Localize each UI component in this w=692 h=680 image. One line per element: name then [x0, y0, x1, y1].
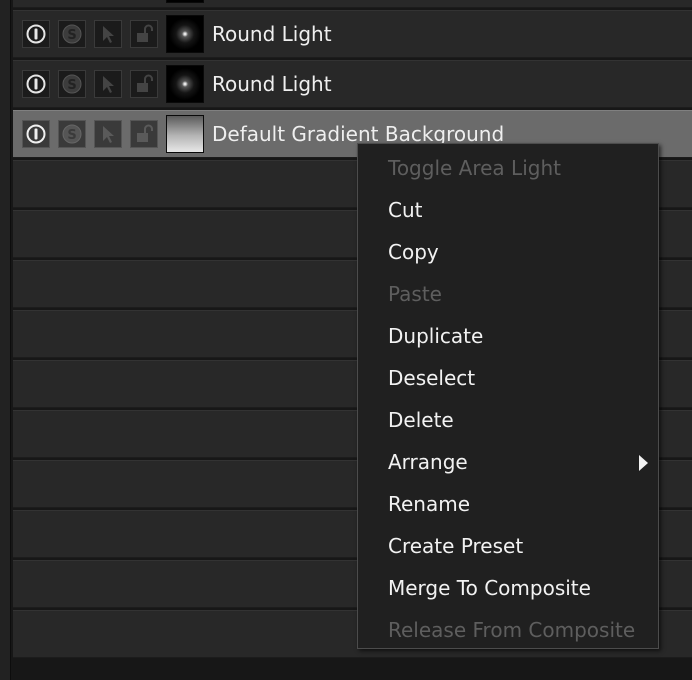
lock-icon: [137, 124, 153, 142]
solo-toggle[interactable]: S: [58, 70, 86, 98]
menu-item-paste[interactable]: Paste: [358, 273, 658, 315]
visibility-icon: [26, 124, 46, 144]
layer-thumbnail: [166, 65, 204, 103]
layer-thumbnail: [166, 115, 204, 153]
menu-item-label: Arrange: [388, 450, 468, 474]
panel-left-border: [0, 0, 11, 680]
solo-toggle[interactable]: S: [58, 120, 86, 148]
select-cursor-icon: [103, 126, 114, 143]
layer-name: Round Light: [212, 72, 332, 96]
lock-toggle[interactable]: [130, 70, 158, 98]
menu-item-label: Paste: [388, 282, 442, 306]
select-toggle[interactable]: [94, 70, 122, 98]
menu-item-deselect[interactable]: Deselect: [358, 357, 658, 399]
menu-item-label: Merge To Composite: [388, 576, 591, 600]
menu-item-label: Rename: [388, 492, 471, 516]
layer-thumbnail: [166, 0, 204, 3]
menu-item-label: Copy: [388, 240, 439, 264]
select-toggle[interactable]: [94, 120, 122, 148]
menu-item-merge-to-composite[interactable]: Merge To Composite: [358, 567, 658, 609]
menu-item-label: Duplicate: [388, 324, 484, 348]
solo-icon: S: [62, 24, 82, 44]
menu-item-cut[interactable]: Cut: [358, 189, 658, 231]
menu-item-label: Deselect: [388, 366, 476, 390]
layer-row[interactable]: [13, 0, 692, 8]
menu-item-label: Release From Composite: [388, 618, 636, 642]
menu-item-duplicate[interactable]: Duplicate: [358, 315, 658, 357]
context-menu: Toggle Area Light Cut Copy Paste Duplica…: [357, 143, 659, 649]
visibility-icon: [26, 74, 46, 94]
menu-item-rename[interactable]: Rename: [358, 483, 658, 525]
menu-item-label: Toggle Area Light: [388, 156, 561, 180]
visibility-toggle[interactable]: [22, 20, 50, 48]
lock-icon: [137, 24, 153, 42]
solo-icon: S: [62, 124, 82, 144]
menu-item-label: Cut: [388, 198, 423, 222]
menu-item-release-from-composite[interactable]: Release From Composite: [358, 609, 658, 651]
layer-row[interactable]: S Round Light: [13, 60, 692, 108]
menu-item-delete[interactable]: Delete: [358, 399, 658, 441]
menu-item-arrange[interactable]: Arrange: [358, 441, 658, 483]
visibility-icon: [26, 24, 46, 44]
lock-icon: [137, 74, 153, 92]
visibility-toggle[interactable]: [22, 120, 50, 148]
menu-item-toggle-area-light[interactable]: Toggle Area Light: [358, 147, 658, 189]
menu-item-label: Delete: [388, 408, 454, 432]
lock-toggle[interactable]: [130, 20, 158, 48]
select-cursor-icon: [103, 76, 114, 93]
lock-toggle[interactable]: [130, 120, 158, 148]
submenu-arrow-icon: [639, 455, 648, 471]
svg-text:S: S: [67, 28, 76, 43]
svg-text:S: S: [67, 128, 76, 143]
layer-row[interactable]: S Round Light: [13, 10, 692, 58]
menu-item-copy[interactable]: Copy: [358, 231, 658, 273]
solo-toggle[interactable]: S: [58, 20, 86, 48]
layer-name: Round Light: [212, 22, 332, 46]
visibility-toggle[interactable]: [22, 70, 50, 98]
select-cursor-icon: [103, 26, 114, 43]
solo-icon: S: [62, 74, 82, 94]
layers-panel-window: { "layers": [ {"name": "", "thumbnail": …: [0, 0, 692, 680]
layer-thumbnail: [166, 15, 204, 53]
svg-text:S: S: [67, 78, 76, 93]
menu-item-label: Create Preset: [388, 534, 524, 558]
menu-item-create-preset[interactable]: Create Preset: [358, 525, 658, 567]
select-toggle[interactable]: [94, 20, 122, 48]
